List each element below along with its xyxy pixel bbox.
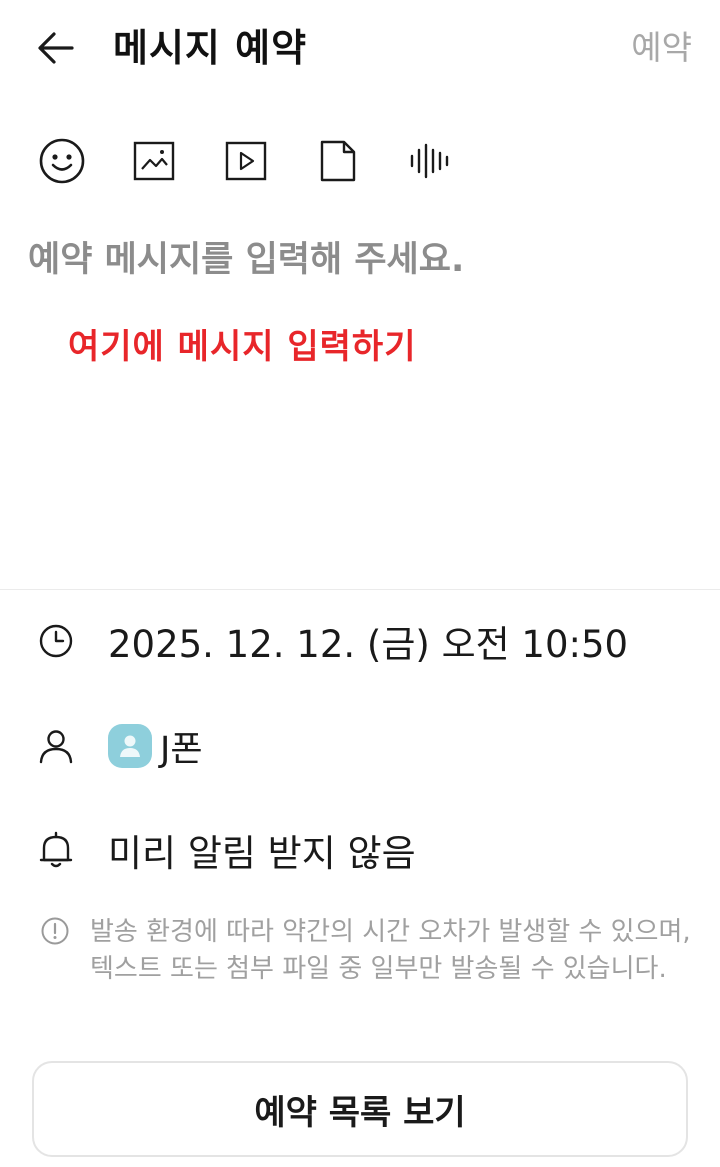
section-divider xyxy=(0,589,720,590)
avatar xyxy=(108,724,152,768)
notice-text: 발송 환경에 따라 약간의 시간 오차가 발생할 수 있으며, 텍스트 또는 첨… xyxy=(90,917,691,984)
back-button[interactable] xyxy=(30,22,82,74)
video-button[interactable] xyxy=(220,136,272,186)
reminder-label: 미리 알림 받지 않음 xyxy=(108,832,416,875)
file-button[interactable] xyxy=(312,136,364,186)
video-icon xyxy=(225,141,267,181)
image-icon xyxy=(133,141,175,181)
schedule-datetime: 2025. 12. 12. (금) 오전 10:50 xyxy=(108,623,629,666)
emoji-button[interactable] xyxy=(36,136,88,186)
app-header: 메시지 예약 예약 xyxy=(0,0,720,100)
recipient-chip[interactable]: J폰 xyxy=(108,721,203,772)
arrow-left-icon xyxy=(38,32,74,64)
info-icon xyxy=(40,916,70,946)
recipient-row[interactable]: J폰 xyxy=(0,706,720,786)
file-icon xyxy=(320,140,356,182)
person-icon xyxy=(36,726,76,766)
image-button[interactable] xyxy=(128,136,180,186)
annotation-label: 여기에 메시지 입력하기 xyxy=(68,327,417,367)
message-input[interactable] xyxy=(28,230,692,290)
attachment-toolbar xyxy=(36,136,496,186)
clock-icon xyxy=(36,621,76,661)
view-schedule-list-button[interactable]: 예약 목록 보기 xyxy=(32,1061,688,1157)
bell-icon xyxy=(36,830,76,870)
reminder-row[interactable]: 미리 알림 받지 않음 xyxy=(0,810,720,890)
page-title: 메시지 예약 xyxy=(113,26,308,70)
voice-icon xyxy=(410,143,449,179)
schedule-datetime-row[interactable]: 2025. 12. 12. (금) 오전 10:50 xyxy=(0,601,720,681)
reserve-button[interactable]: 예약 xyxy=(631,26,692,70)
voice-button[interactable] xyxy=(404,136,456,186)
recipient-name: J폰 xyxy=(160,729,203,770)
emoji-icon xyxy=(39,138,85,184)
